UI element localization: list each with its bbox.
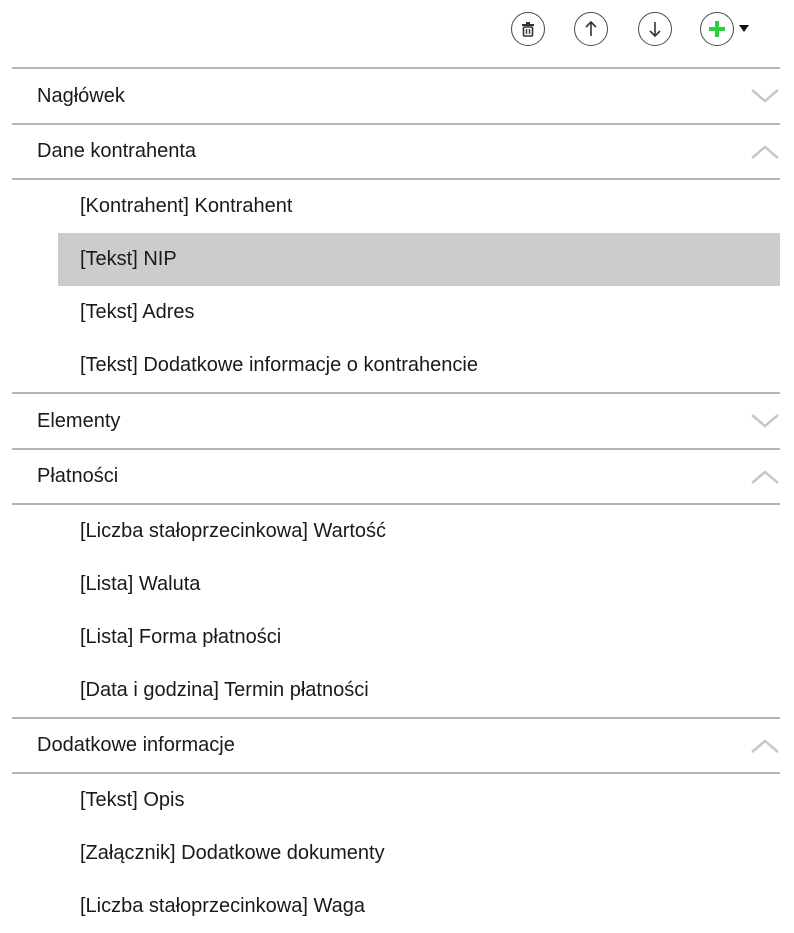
list-item-label: [Liczba stałoprzecinkowa] Wartość xyxy=(80,520,387,542)
section-header[interactable]: Dane kontrahenta xyxy=(12,123,780,180)
section-block: Płatności [Liczba stałoprzecinkowa] Warto… xyxy=(12,448,780,717)
add-dropdown-caret-icon[interactable] xyxy=(739,25,749,32)
delete-button[interactable] xyxy=(511,12,545,46)
list-item-label: [Lista] Forma płatności xyxy=(80,626,282,648)
section-block: Elementy xyxy=(12,392,780,448)
list-item[interactable]: [Tekst] Dodatkowe informacje o kontrahen… xyxy=(58,339,780,392)
list-item-label: [Liczba stałoprzecinkowa] Waga xyxy=(80,895,365,917)
move-down-button[interactable] xyxy=(638,12,672,46)
list-item-label: [Tekst] Dodatkowe informacje o kontrahen… xyxy=(80,354,478,376)
list-item[interactable]: [Liczba stałoprzecinkowa] Waga xyxy=(58,880,780,933)
chevron-up-icon[interactable] xyxy=(750,144,780,160)
section-label: Płatności xyxy=(37,465,119,487)
list-item[interactable]: [Lista] Forma płatności xyxy=(58,611,780,664)
list-item-label: [Data i godzina] Termin płatności xyxy=(80,679,369,701)
arrow-up-icon xyxy=(585,20,597,36)
chevron-up-icon[interactable] xyxy=(750,738,780,754)
list-item[interactable]: [Tekst] NIP xyxy=(58,233,780,286)
section-header[interactable]: Elementy xyxy=(12,392,780,448)
list-item-label: [Tekst] NIP xyxy=(80,248,177,270)
section-block: Dane kontrahenta [Kontrahent] Kontrahent[… xyxy=(12,123,780,392)
list-item[interactable]: [Tekst] Adres xyxy=(58,286,780,339)
section-items: [Kontrahent] Kontrahent [Tekst] NIP [Tekst… xyxy=(12,180,780,392)
list-item[interactable]: [Lista] Waluta xyxy=(58,558,780,611)
section-label: Nagłówek xyxy=(37,84,125,107)
list-item[interactable]: [Liczba stałoprzecinkowa] Wartość xyxy=(58,505,780,558)
toolbar xyxy=(0,12,794,48)
list-item[interactable]: [Data i godzina] Termin płatności xyxy=(58,664,780,717)
section-label: Dane kontrahenta xyxy=(37,140,197,162)
chevron-up-icon[interactable] xyxy=(750,469,780,485)
section-label: Elementy xyxy=(37,409,121,432)
section-items: [Liczba stałoprzecinkowa] Wartość [Lista]… xyxy=(12,505,780,717)
chevron-down-icon[interactable] xyxy=(750,413,780,429)
section-header[interactable]: Dodatkowe informacje xyxy=(12,717,780,774)
trash-icon xyxy=(522,22,534,37)
section-items: [Tekst] Opis [Załącznik] Dodatkowe dokume… xyxy=(12,774,780,933)
list-item-label: [Tekst] Adres xyxy=(80,301,195,323)
arrow-down-icon xyxy=(649,22,661,38)
list-item[interactable]: [Tekst] Opis xyxy=(58,774,780,827)
section-block: Dodatkowe informacje [Tekst] Opis [Załączn… xyxy=(12,717,780,933)
add-button[interactable] xyxy=(700,12,734,46)
list-item-label: [Lista] Waluta xyxy=(80,573,201,595)
section-label: Dodatkowe informacje xyxy=(37,734,235,756)
field-list: Nagłówek Dane kontrahenta [Kontrahent] Kon… xyxy=(12,67,780,933)
list-item-label: [Tekst] Opis xyxy=(80,789,185,811)
section-header[interactable]: Nagłówek xyxy=(12,67,780,123)
move-up-button[interactable] xyxy=(574,12,608,46)
section-header[interactable]: Płatności xyxy=(12,448,780,505)
list-item-label: [Załącznik] Dodatkowe dokumenty xyxy=(80,842,385,864)
plus-icon xyxy=(709,21,725,37)
list-item-label: [Kontrahent] Kontrahent xyxy=(80,195,293,217)
section-block: Nagłówek xyxy=(12,67,780,123)
chevron-down-icon[interactable] xyxy=(750,88,780,104)
list-item[interactable]: [Kontrahent] Kontrahent xyxy=(58,180,780,233)
list-item[interactable]: [Załącznik] Dodatkowe dokumenty xyxy=(58,827,780,880)
